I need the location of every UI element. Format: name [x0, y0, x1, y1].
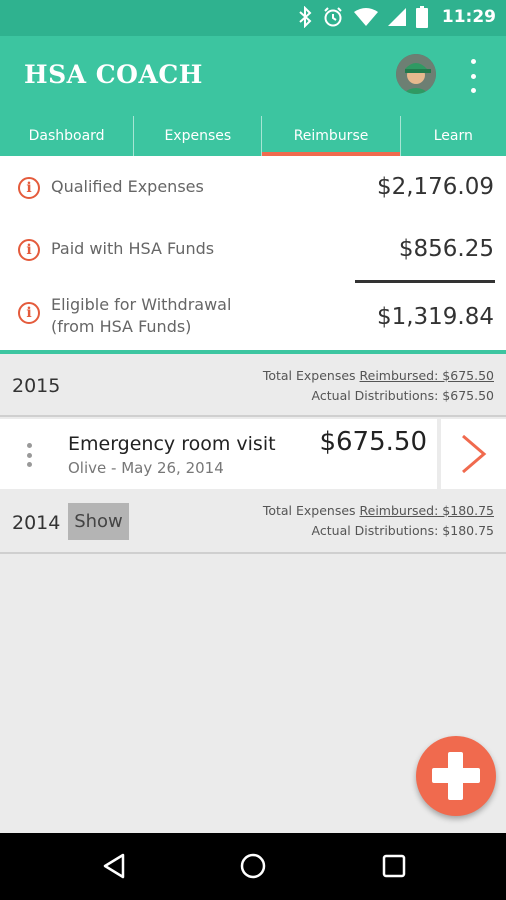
recents-icon[interactable] — [379, 851, 409, 881]
item-menu-icon[interactable] — [24, 443, 34, 467]
tab-dashboard[interactable]: Dashboard — [0, 116, 135, 156]
info-icon[interactable]: i — [18, 302, 40, 324]
eligible-withdrawal-row: i Eligible for Withdrawal (from HSA Fund… — [0, 284, 506, 352]
qualified-expenses-label: Qualified Expenses — [51, 177, 204, 196]
show-button[interactable]: Show — [68, 503, 129, 540]
app-bar: HSA COACH — [0, 36, 506, 116]
wifi-icon — [353, 8, 378, 26]
expense-amount: $675.50 — [319, 427, 427, 457]
tab-learn[interactable]: Learn — [401, 116, 506, 156]
expense-title: Emergency room visit — [68, 433, 276, 455]
avatar[interactable] — [396, 54, 436, 94]
overflow-menu-icon[interactable] — [463, 59, 483, 93]
paid-hsa-row: i Paid with HSA Funds $856.25 — [0, 218, 506, 280]
avatar-image — [396, 54, 436, 94]
tab-expenses[interactable]: Expenses — [134, 116, 263, 156]
eligible-label-line2: (from HSA Funds) — [51, 317, 192, 336]
info-icon[interactable]: i — [18, 177, 40, 199]
status-bar: 11:29 — [0, 0, 506, 36]
expense-subtitle: Olive - May 26, 2014 — [68, 459, 224, 477]
tab-bar: Dashboard Expenses Reimburse Learn — [0, 116, 506, 156]
bluetooth-icon — [299, 6, 312, 28]
app-title: HSA COACH — [24, 60, 203, 89]
year-totals: Total Expenses Reimbursed: $675.50 Actua… — [263, 366, 494, 406]
paid-hsa-amount: $856.25 — [398, 236, 494, 262]
battery-icon — [415, 6, 428, 28]
expense-item[interactable]: Emergency room visit Olive - May 26, 201… — [0, 419, 437, 489]
actual-distributions: Actual Distributions: $675.50 — [311, 388, 494, 403]
year-2015-header: 2015 Total Expenses Reimbursed: $675.50 … — [0, 354, 506, 417]
eligible-withdrawal-label: Eligible for Withdrawal (from HSA Funds) — [51, 294, 231, 338]
status-time: 11:29 — [441, 7, 496, 27]
eligible-label-line1: Eligible for Withdrawal — [51, 295, 232, 314]
total-reimbursed: Total Expenses Reimbursed: $675.50 — [262, 368, 494, 383]
qualified-expenses-amount: $2,176.09 — [376, 174, 494, 200]
total-divider — [355, 280, 495, 283]
cell-signal-icon — [387, 8, 406, 26]
chevron-right-icon — [462, 434, 487, 474]
info-icon[interactable]: i — [18, 239, 40, 261]
status-icons: 11:29 — [298, 6, 496, 28]
actual-distributions: Actual Distributions: $180.75 — [311, 523, 494, 538]
plus-icon-vertical — [448, 752, 463, 800]
year-label: 2015 — [12, 375, 61, 397]
tab-reimburse[interactable]: Reimburse — [262, 116, 401, 156]
total-reimbursed: Total Expenses Reimbursed: $180.75 — [262, 503, 494, 518]
eligible-withdrawal-amount: $1,319.84 — [376, 304, 494, 330]
year-totals: Total Expenses Reimbursed: $180.75 Actua… — [263, 501, 494, 541]
expense-detail-button[interactable] — [441, 419, 506, 489]
alarm-icon — [324, 7, 342, 27]
year-2014-header: 2014 Show Total Expenses Reimbursed: $18… — [0, 491, 506, 554]
year-label: 2014 — [12, 512, 61, 534]
paid-hsa-label: Paid with HSA Funds — [51, 239, 215, 258]
qualified-expenses-row: i Qualified Expenses $2,176.09 — [0, 156, 506, 218]
home-icon[interactable] — [238, 851, 268, 881]
reimburse-summary: i Qualified Expenses $2,176.09 i Paid wi… — [0, 156, 506, 352]
back-icon[interactable] — [99, 851, 129, 881]
navigation-bar — [0, 833, 506, 900]
add-expense-button[interactable] — [416, 736, 496, 816]
